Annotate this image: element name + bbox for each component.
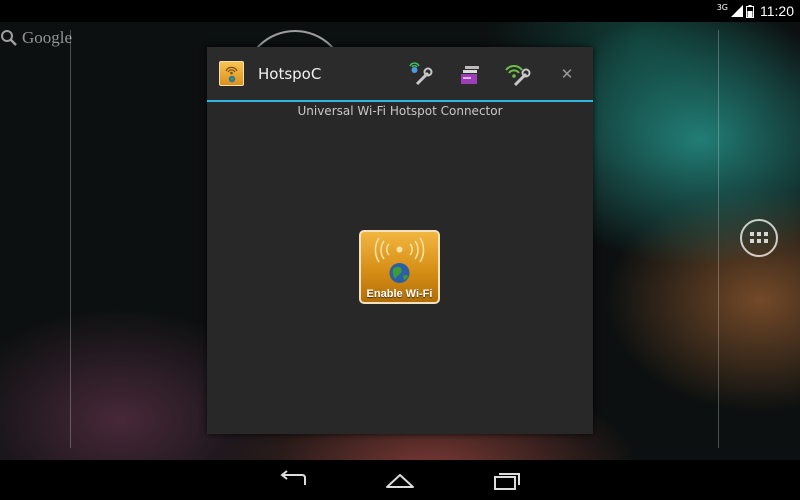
page-edge-right bbox=[718, 30, 719, 448]
network-type-label: 3G bbox=[716, 2, 728, 12]
recent-apps-button[interactable] bbox=[491, 469, 523, 491]
back-button[interactable] bbox=[278, 469, 310, 491]
navigation-bar bbox=[0, 460, 800, 500]
dialog-subtitle: Universal Wi-Fi Hotspot Connector bbox=[297, 104, 503, 118]
home-button[interactable] bbox=[384, 469, 416, 491]
close-button[interactable]: ✕ bbox=[557, 64, 577, 84]
page-edge-left bbox=[70, 30, 71, 448]
hotspoc-dialog: HotspoC ✕ Universal Wi-Fi Hotspot Connec… bbox=[207, 47, 593, 434]
search-icon bbox=[1, 30, 17, 46]
app-grid-icon bbox=[750, 232, 768, 243]
close-icon: ✕ bbox=[560, 65, 574, 83]
hotspoc-app-icon bbox=[219, 61, 244, 86]
signal-icon bbox=[731, 5, 743, 17]
status-icons: 3G bbox=[716, 2, 754, 18]
battery-icon bbox=[746, 4, 754, 18]
hotspot-settings-button[interactable] bbox=[405, 60, 433, 88]
all-apps-button[interactable] bbox=[740, 219, 778, 257]
back-icon bbox=[280, 470, 306, 485]
hotspot-list-button[interactable] bbox=[457, 60, 485, 88]
home-icon bbox=[386, 474, 414, 488]
enable-wifi-label: Enable Wi-Fi bbox=[366, 288, 433, 300]
hotspot-list-icon bbox=[461, 66, 479, 84]
hotspot-settings-icon bbox=[409, 62, 433, 86]
enable-wifi-button[interactable]: Enable Wi-Fi bbox=[359, 230, 440, 304]
recent-apps-icon bbox=[494, 473, 520, 490]
dialog-header: HotspoC ✕ bbox=[207, 47, 593, 102]
wifi-settings-button[interactable] bbox=[503, 60, 531, 88]
wifi-settings-icon bbox=[505, 65, 531, 87]
google-search-widget[interactable]: Google bbox=[0, 24, 72, 52]
google-search-label: Google bbox=[22, 28, 73, 47]
hotspot-globe-icon bbox=[374, 237, 425, 283]
status-clock: 11:20 bbox=[760, 3, 794, 19]
dialog-title: HotspoC bbox=[258, 65, 322, 83]
status-bar: 3G 11:20 bbox=[0, 0, 800, 22]
